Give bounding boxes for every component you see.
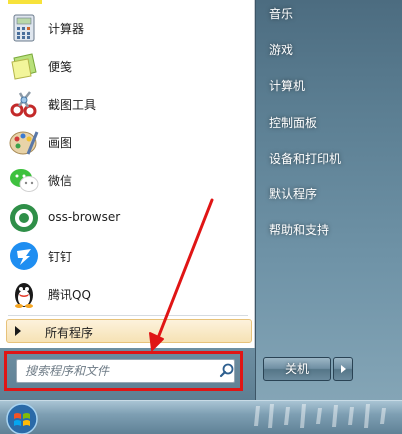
shutdown-options-button[interactable] bbox=[333, 357, 353, 381]
program-item-wechat[interactable]: 微信 bbox=[4, 162, 250, 198]
all-programs-label: 所有程序 bbox=[45, 326, 94, 340]
search-highlight-box bbox=[4, 351, 243, 391]
program-item-snipping-tool[interactable]: 截图工具 bbox=[4, 86, 250, 122]
program-label: 腾讯QQ bbox=[48, 288, 91, 302]
program-item-oss-browser[interactable]: oss-browser bbox=[4, 200, 250, 236]
program-item-paint[interactable]: 画图 bbox=[4, 124, 250, 160]
right-item-games[interactable]: 游戏 bbox=[269, 41, 293, 58]
watermark-graphic bbox=[254, 404, 386, 428]
dingtalk-icon bbox=[10, 242, 38, 270]
right-item-devices-printers[interactable]: 设备和打印机 bbox=[269, 150, 341, 167]
program-item-dingtalk[interactable]: 钉钉 bbox=[4, 238, 250, 274]
program-label: 计算器 bbox=[48, 22, 85, 36]
program-item-qq[interactable]: 腾讯QQ bbox=[4, 276, 250, 312]
program-label: 截图工具 bbox=[48, 98, 97, 112]
right-item-help-support[interactable]: 帮助和支持 bbox=[269, 221, 329, 238]
program-label: 微信 bbox=[48, 174, 73, 188]
program-label: 钉钉 bbox=[48, 250, 73, 264]
paint-icon bbox=[9, 131, 39, 155]
oss-browser-icon bbox=[10, 204, 38, 232]
right-item-music[interactable]: 音乐 bbox=[269, 5, 293, 22]
shutdown-button[interactable]: 关机 bbox=[263, 357, 331, 381]
program-label: 便笺 bbox=[48, 60, 73, 74]
menu-separator bbox=[8, 315, 248, 316]
calculator-icon bbox=[13, 14, 35, 42]
sticky-notes-icon bbox=[11, 53, 37, 80]
start-menu-programs-pane: 计算器 便笺 截图工具 画图 微信 oss-browser 钉钉 腾讯QQ 所有… bbox=[0, 0, 255, 348]
start-orb-icon[interactable] bbox=[4, 400, 40, 434]
right-item-control-panel[interactable]: 控制面板 bbox=[269, 114, 317, 131]
pinned-highlight-bar bbox=[8, 0, 42, 4]
program-item-sticky-notes[interactable]: 便笺 bbox=[4, 48, 250, 84]
program-label: 画图 bbox=[48, 136, 73, 150]
triangle-right-icon bbox=[15, 326, 21, 336]
snipping-tool-icon bbox=[10, 91, 37, 118]
program-label: oss-browser bbox=[48, 210, 121, 224]
right-item-computer[interactable]: 计算机 bbox=[269, 77, 305, 94]
all-programs-button[interactable]: 所有程序 bbox=[6, 319, 252, 343]
program-item-calculator[interactable]: 计算器 bbox=[4, 10, 250, 46]
wechat-icon bbox=[10, 169, 39, 192]
right-item-default-programs[interactable]: 默认程序 bbox=[269, 185, 317, 202]
qq-penguin-icon bbox=[15, 283, 33, 308]
